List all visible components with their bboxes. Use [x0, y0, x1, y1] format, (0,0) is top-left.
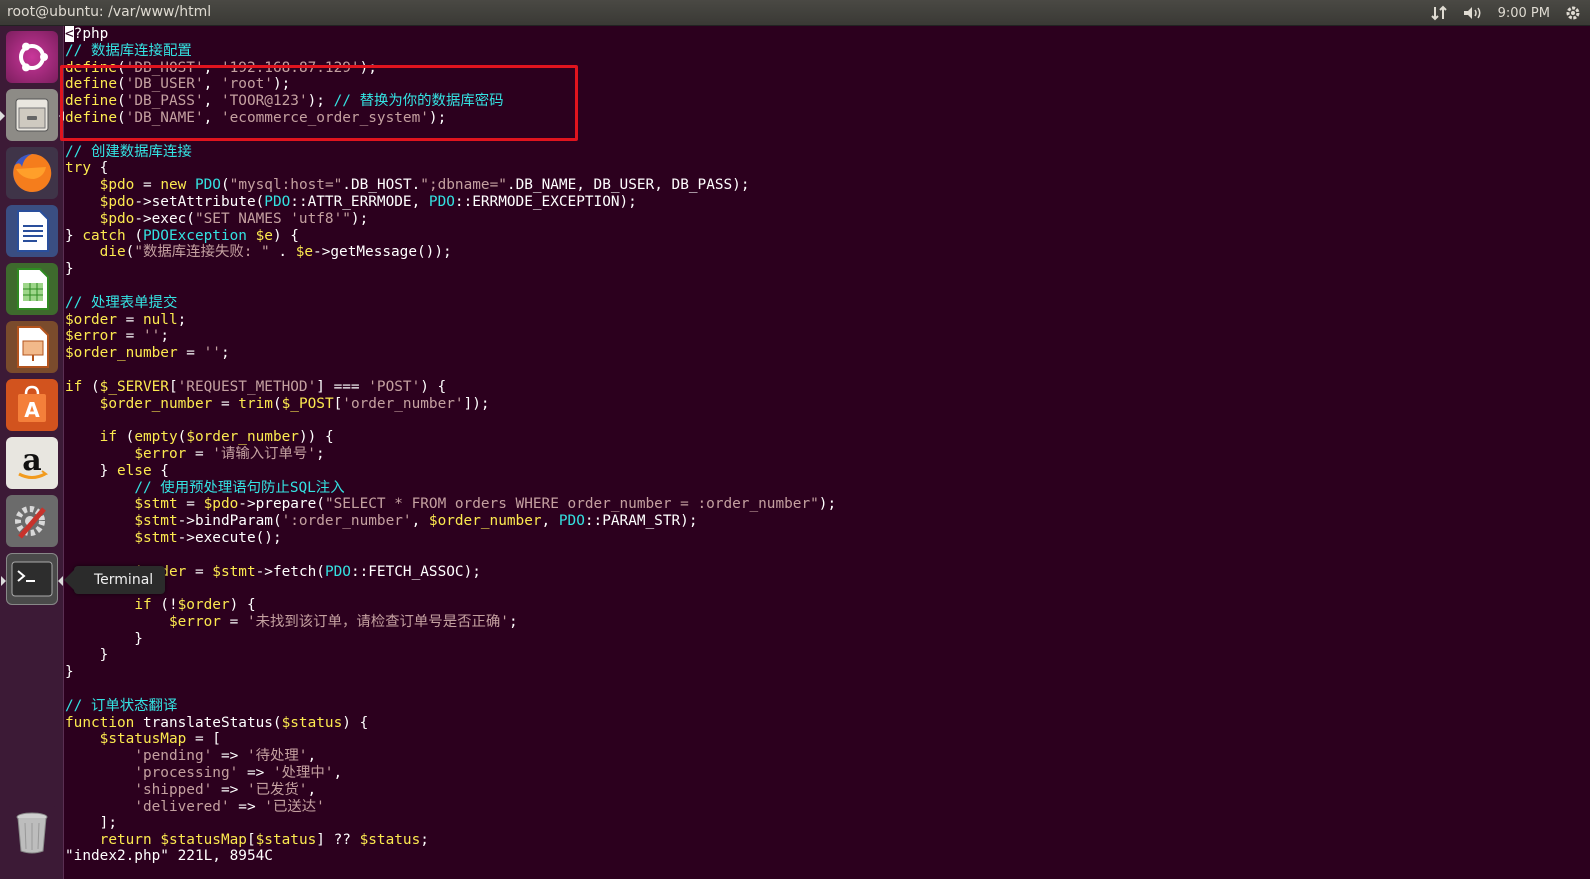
writer-button[interactable]	[6, 205, 58, 257]
code-line[interactable]: } catch (PDOException $e) {	[65, 228, 836, 245]
code-line[interactable]: $order = $stmt->fetch(PDO::FETCH_ASSOC);	[65, 564, 836, 581]
svg-text:a: a	[22, 443, 41, 478]
code-line[interactable]: ];	[65, 815, 836, 832]
code-line[interactable]	[65, 547, 836, 564]
firefox-button[interactable]	[6, 147, 58, 199]
vim-status-line: "index2.php" 221L, 8954C	[65, 848, 273, 864]
code-line[interactable]: $pdo = new PDO("mysql:host=".DB_HOST.";d…	[65, 177, 836, 194]
code-line[interactable]: $stmt->bindParam(':order_number', $order…	[65, 513, 836, 530]
settings-wrench-icon	[15, 506, 46, 539]
amazon-button[interactable]: a	[6, 437, 58, 489]
code-line[interactable]: // 数据库连接配置	[65, 43, 836, 60]
settings-button[interactable]	[6, 495, 58, 547]
code-line[interactable]: $order_number = '';	[65, 345, 836, 362]
terminal-icon	[11, 561, 53, 597]
trash-icon	[16, 812, 48, 854]
impress-button[interactable]	[6, 321, 58, 373]
code-line[interactable]	[65, 278, 836, 295]
code-line[interactable]: }	[65, 647, 836, 664]
annotation-highlight-box	[60, 65, 578, 141]
amazon-icon: a	[18, 443, 49, 479]
window-title: root@ubuntu: /var/www/html	[7, 4, 212, 20]
code-line[interactable]: }	[65, 631, 836, 648]
ubuntu-logo-icon	[19, 42, 48, 72]
code-view[interactable]: <?php// 数据库连接配置 define('DB_HOST', '192.16…	[65, 26, 836, 849]
code-line[interactable]: }	[65, 664, 836, 681]
code-line[interactable]: $order = null;	[65, 312, 836, 329]
code-line[interactable]: $pdo->exec("SET NAMES 'utf8'");	[65, 211, 836, 228]
impress-icon	[17, 326, 49, 368]
code-line[interactable]: // 创建数据库连接	[65, 144, 836, 161]
terminal-button[interactable]	[1, 553, 63, 605]
calc-icon	[17, 268, 49, 310]
writer-icon	[17, 210, 49, 252]
code-line[interactable]: $stmt->execute();	[65, 530, 836, 547]
calc-button[interactable]	[6, 263, 58, 315]
code-line[interactable]: die("数据库连接失败: " . $e->getMessage());	[65, 244, 836, 261]
code-line[interactable]	[65, 681, 836, 698]
gear-icon[interactable]	[1564, 0, 1582, 26]
clock[interactable]: 9:00 PM	[1498, 0, 1550, 26]
code-line[interactable]: 'shipped' => '已发货',	[65, 782, 836, 799]
code-line[interactable]: 'pending' => '待处理',	[65, 748, 836, 765]
code-line[interactable]: $error = '';	[65, 328, 836, 345]
terminal-window[interactable]: <?php// 数据库连接配置 define('DB_HOST', '192.16…	[64, 26, 1590, 879]
code-line[interactable]: // 订单状态翻译	[65, 698, 836, 715]
code-line[interactable]: if ($_SERVER['REQUEST_METHOD'] === 'POST…	[65, 379, 836, 396]
code-line[interactable]: // 处理表单提交	[65, 295, 836, 312]
code-line[interactable]	[65, 362, 836, 379]
code-line[interactable]: $pdo->setAttribute(PDO::ATTR_ERRMODE, PD…	[65, 194, 836, 211]
code-line[interactable]: // 使用预处理语句防止SQL注入	[65, 480, 836, 497]
code-line[interactable]: $stmt = $pdo->prepare("SELECT * FROM ord…	[65, 496, 836, 513]
shopping-bag-icon: A	[18, 385, 46, 422]
code-line[interactable]: function translateStatus($status) {	[65, 715, 836, 732]
network-arrows-icon[interactable]	[1430, 0, 1448, 26]
code-line[interactable]: $statusMap = [	[65, 731, 836, 748]
code-line[interactable]: 'delivered' => '已送达'	[65, 799, 836, 816]
code-line[interactable]: return $statusMap[$status] ?? $status;	[65, 832, 836, 849]
ubuntu-dash-button[interactable]	[6, 31, 58, 83]
volume-icon[interactable]	[1462, 0, 1484, 26]
trash-button[interactable]	[6, 806, 58, 858]
top-panel: root@ubuntu: /var/www/html 9:00 PM	[0, 0, 1590, 26]
code-line[interactable]	[65, 580, 836, 597]
svg-text:A: A	[24, 398, 40, 422]
code-line[interactable]: if (!$order) {	[65, 597, 836, 614]
code-line[interactable]: $error = '未找到该订单，请检查订单号是否正确';	[65, 614, 836, 631]
code-line[interactable]: 'processing' => '处理中',	[65, 765, 836, 782]
code-line[interactable]: if (empty($order_number)) {	[65, 429, 836, 446]
files-button[interactable]	[0, 89, 64, 141]
code-line[interactable]	[65, 412, 836, 429]
code-line[interactable]: $order_number = trim($_POST['order_numbe…	[65, 396, 836, 413]
launcher-tooltip: Terminal	[63, 566, 166, 594]
code-line[interactable]: $error = '请输入订单号';	[65, 446, 836, 463]
launcher: A a	[0, 26, 64, 879]
code-line[interactable]: }	[65, 261, 836, 278]
code-line[interactable]: } else {	[65, 463, 836, 480]
firefox-icon	[13, 153, 52, 192]
software-button[interactable]: A	[6, 379, 58, 431]
code-line[interactable]: try {	[65, 160, 836, 177]
indicator-area: 9:00 PM	[1430, 0, 1590, 26]
file-cabinet-icon	[15, 98, 49, 132]
code-line[interactable]: <?php	[65, 26, 836, 43]
